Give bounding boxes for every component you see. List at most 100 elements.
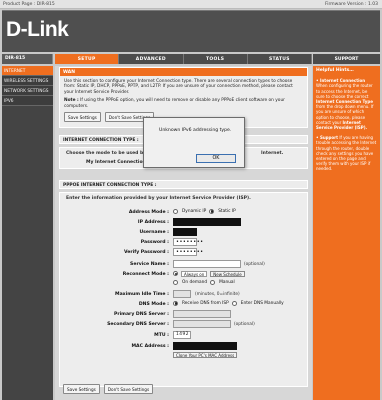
- verify-password-input[interactable]: ••••••••: [173, 248, 203, 256]
- max-idle-unit: (minutes, 0=infinite): [195, 291, 240, 297]
- dynamic-ip-label: Dynamic IP: [182, 209, 207, 214]
- max-idle-row: Maximum Idle Time : (minutes, 0=infinite…: [60, 290, 309, 299]
- receive-dns-label: Receive DNS from ISP: [182, 301, 229, 306]
- primary-dns-label: Primary DNS Server :: [113, 311, 169, 317]
- alert-message: Unknown IPv6 addressing type.: [159, 128, 232, 133]
- on-demand-label: On demand: [182, 280, 208, 285]
- pppoe-panel: Enter the information provided by your I…: [59, 192, 308, 387]
- max-idle-input[interactable]: [173, 290, 191, 298]
- reconnect-mode-label: Reconnect Mode :: [122, 271, 169, 277]
- dns-mode-row: DNS Mode : Receive DNS from ISP Enter DN…: [60, 300, 309, 309]
- clone-mac-row: Clone Your PC's MAC Address: [60, 352, 309, 361]
- ip-address-label: IP Address :: [137, 219, 169, 225]
- username-row: Username :: [60, 228, 309, 237]
- service-name-label: Service Name :: [130, 261, 169, 267]
- password-input[interactable]: ••••••••: [173, 238, 203, 246]
- username-input[interactable]: [173, 228, 197, 236]
- wan-description: Use this section to configure your Inter…: [64, 79, 293, 95]
- hint-support: • Support If you are having trouble acce…: [316, 135, 377, 171]
- reconnect-mode-row-2: On demand Manual: [60, 279, 309, 288]
- choose-mode-internet: Internet.: [261, 151, 284, 156]
- verify-password-row: Verify Password : ••••••••: [60, 248, 309, 257]
- dlink-logo: D-Link: [6, 18, 69, 41]
- ip-address-input[interactable]: [173, 218, 241, 226]
- mtu-label: MTU :: [154, 332, 169, 338]
- wan-note: Note : If using the PPPoE option, you wi…: [60, 95, 307, 109]
- receive-dns-radio[interactable]: [173, 300, 178, 306]
- manual-dns-label: Enter DNS Manually: [240, 301, 284, 306]
- dns-mode-label: DNS Mode :: [138, 301, 169, 307]
- service-name-optional: (optional): [244, 261, 265, 267]
- tab-status[interactable]: STATUS: [247, 54, 312, 64]
- mtu-input[interactable]: 1492: [173, 331, 191, 339]
- brand-banner: D-Link: [2, 10, 380, 52]
- reconnect-mode-row: Reconnect Mode : Always on New Schedule: [60, 270, 309, 279]
- sidebar: INTERNET WIRELESS SETTINGS NETWORK SETTI…: [2, 66, 53, 400]
- helpful-hints-title: Helpful Hints…: [316, 68, 354, 73]
- clone-mac-button[interactable]: Clone Your PC's MAC Address: [173, 352, 238, 358]
- secondary-dns-input[interactable]: [173, 320, 231, 328]
- save-settings-button[interactable]: Save Settings: [64, 112, 101, 123]
- address-mode-row: Address Mode : Dynamic IP Static IP: [60, 208, 309, 217]
- firmware-version-label: Firmware Version : 1.03: [325, 2, 378, 7]
- service-name-row: Service Name : (optional): [60, 260, 309, 269]
- secondary-dns-optional: (optional): [234, 321, 255, 327]
- helpful-hints-panel: Helpful Hints… • Internet Connection Whe…: [313, 66, 380, 400]
- sidebar-item-wireless-settings[interactable]: WIRELESS SETTINGS: [2, 76, 53, 86]
- primary-dns-input[interactable]: [173, 310, 231, 318]
- mac-address-input[interactable]: [173, 342, 237, 350]
- password-row: Password : ••••••••: [60, 238, 309, 247]
- product-page-label: Product Page : DIR-815: [3, 2, 55, 7]
- sidebar-item-ipv6[interactable]: IPV6: [2, 96, 53, 106]
- note-label: Note :: [64, 98, 79, 104]
- bottom-button-row: Save Settings Don't Save Settings: [63, 384, 154, 394]
- tab-setup[interactable]: SETUP: [55, 54, 120, 64]
- password-label: Password :: [140, 239, 169, 245]
- address-mode-options: Dynamic IP Static IP: [173, 208, 236, 214]
- top-bar: Product Page : DIR-815 Firmware Version …: [0, 0, 382, 9]
- secondary-dns-label: Secondary DNS Server :: [107, 321, 169, 327]
- manual-label: Manual: [219, 280, 235, 285]
- always-on-radio[interactable]: [173, 271, 178, 276]
- sidebar-item-internet[interactable]: INTERNET: [2, 66, 53, 76]
- mac-address-label: MAC Address :: [131, 343, 169, 349]
- dynamic-ip-radio[interactable]: [173, 208, 178, 214]
- bottom-save-settings-button[interactable]: Save Settings: [63, 384, 100, 394]
- tab-tools[interactable]: TOOLS: [183, 54, 248, 64]
- main-tabs: SETUP ADVANCED TOOLS STATUS: [55, 54, 312, 64]
- verify-password-label: Verify Password :: [123, 249, 169, 255]
- static-ip-label: Static IP: [218, 209, 236, 214]
- reconnect-mode-options-2: On demand Manual: [173, 279, 235, 285]
- hint-text-4: If you are having trouble accessing the …: [316, 135, 377, 172]
- reconnect-mode-options: Always on New Schedule: [173, 271, 245, 277]
- alert-dialog: Unknown IPv6 addressing type. OK: [143, 117, 245, 168]
- hint-text-1: When configuring the router to access th…: [316, 83, 373, 99]
- ok-button[interactable]: OK: [196, 154, 236, 163]
- always-on-select[interactable]: Always on: [181, 271, 208, 277]
- max-idle-label: Maximum Idle Time :: [115, 291, 169, 297]
- primary-dns-row: Primary DNS Server :: [60, 310, 309, 319]
- on-demand-radio[interactable]: [173, 279, 178, 285]
- address-mode-label: Address Mode :: [128, 209, 169, 215]
- service-name-input[interactable]: [173, 260, 241, 268]
- model-label: DIR-815: [2, 54, 53, 64]
- note-text: If using the PPPoE option, you will need…: [64, 98, 285, 109]
- dns-mode-options: Receive DNS from ISP Enter DNS Manually: [173, 300, 284, 306]
- pppoe-header: PPPOE INTERNET CONNECTION TYPE :: [59, 180, 308, 189]
- mac-address-row: MAC Address :: [60, 342, 309, 351]
- mtu-row: MTU : 1492: [60, 331, 309, 340]
- username-label: Username :: [139, 229, 169, 235]
- static-ip-radio[interactable]: [209, 208, 215, 214]
- bottom-dont-save-settings-button[interactable]: Don't Save Settings: [103, 384, 154, 394]
- new-schedule-button[interactable]: New Schedule: [210, 271, 245, 277]
- manual-dns-radio[interactable]: [231, 300, 237, 306]
- manual-radio[interactable]: [210, 279, 216, 285]
- pppoe-intro: Enter the information provided by your I…: [66, 196, 251, 201]
- sidebar-item-network-settings[interactable]: NETWORK SETTINGS: [2, 86, 53, 96]
- wan-panel-title: WAN: [60, 68, 307, 76]
- ip-address-row: IP Address :: [60, 218, 309, 227]
- tab-advanced[interactable]: ADVANCED: [119, 54, 184, 64]
- hint-internet-connection: • Internet Connection When configuring t…: [316, 78, 377, 130]
- tab-support[interactable]: SUPPORT: [313, 54, 380, 64]
- secondary-dns-row: Secondary DNS Server : (optional): [60, 320, 309, 329]
